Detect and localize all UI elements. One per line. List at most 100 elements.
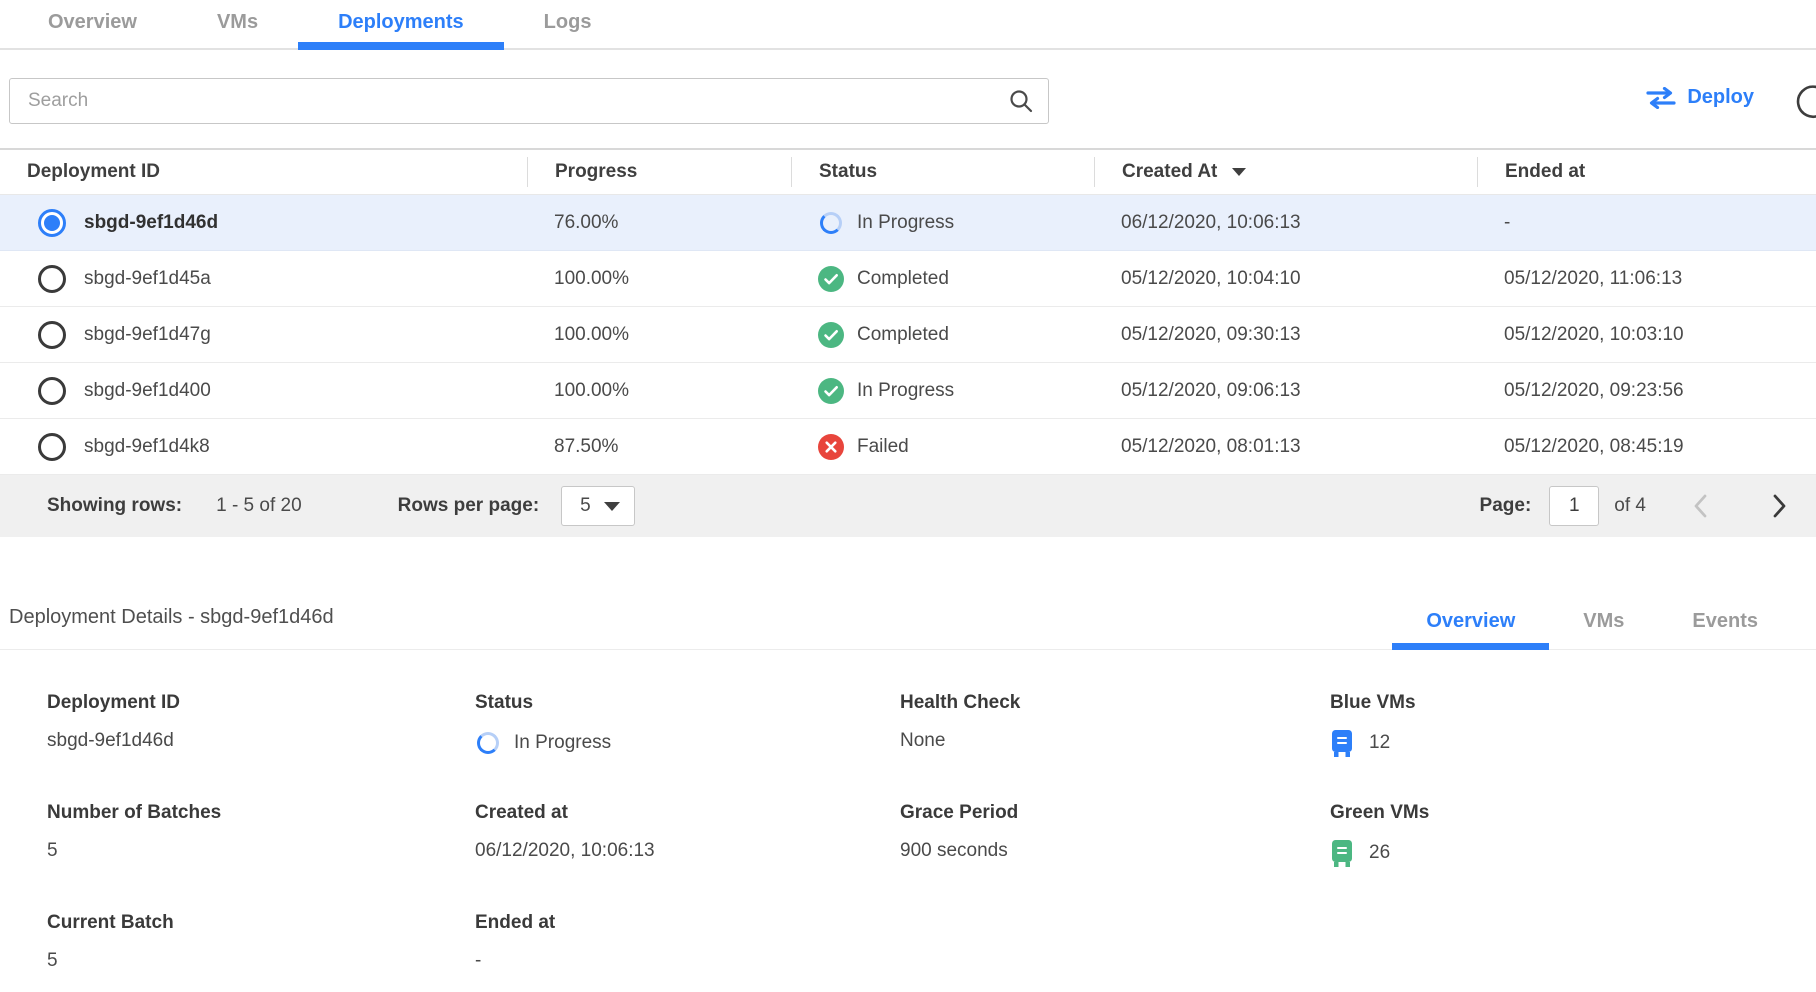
deployment-id-cell: sbgd-9ef1d4k8 [84, 436, 210, 458]
detail-field: Number of Batches 5 [47, 802, 475, 866]
details-title: Deployment Details - sbgd-9ef1d46d [9, 606, 334, 649]
status-cell: Failed [791, 434, 1094, 460]
showing-rows-value: 1 - 5 of 20 [216, 495, 302, 517]
status-label: In Progress [857, 380, 954, 402]
deployments-table: Deployment ID Progress Status Created At… [0, 148, 1816, 537]
status-cell: Completed [791, 322, 1094, 348]
detail-field-value: 26 [1369, 842, 1390, 864]
detail-field-label: Green VMs [1330, 802, 1816, 824]
rows-per-page-value: 5 [580, 495, 591, 517]
top-tab-bar: Overview VMs Deployments Logs [0, 0, 1816, 50]
status-label: Completed [857, 324, 949, 346]
detail-field-value: 06/12/2020, 10:06:13 [475, 840, 655, 862]
page-input[interactable] [1549, 486, 1599, 526]
column-header-ended-at[interactable]: Ended at [1477, 157, 1816, 187]
deployment-id-cell: sbgd-9ef1d45a [84, 268, 211, 290]
detail-field-label: Deployment ID [47, 692, 475, 714]
row-radio[interactable] [38, 433, 66, 461]
rows-per-page-label: Rows per page: [398, 495, 539, 517]
in-progress-spinner-icon [475, 730, 501, 756]
sort-descending-icon [1232, 168, 1246, 176]
detail-field: Grace Period 900 seconds [900, 802, 1330, 866]
search-box [9, 78, 1049, 124]
refresh-icon[interactable] [1795, 83, 1816, 124]
deployment-id-cell: sbgd-9ef1d46d [84, 212, 218, 234]
ended-at-cell: 05/12/2020, 11:06:13 [1477, 268, 1816, 290]
detail-field: Created at 06/12/2020, 10:06:13 [475, 802, 900, 866]
detail-field: Status In Progress [475, 692, 900, 756]
deployment-id-cell: sbgd-9ef1d400 [84, 380, 211, 402]
detail-field-value: 5 [47, 840, 58, 862]
created-at-cell: 05/12/2020, 10:04:10 [1094, 268, 1477, 290]
detail-field: Green VMs 26 [1330, 802, 1816, 866]
next-page-button[interactable] [1768, 489, 1792, 523]
detail-field-value: 5 [47, 950, 58, 972]
detail-field-label: Blue VMs [1330, 692, 1816, 714]
page-label: Page: [1480, 495, 1532, 517]
row-radio[interactable] [38, 265, 66, 293]
table-row[interactable]: sbgd-9ef1d45a 100.00% Completed 05 [0, 251, 1816, 307]
details-header: Deployment Details - sbgd-9ef1d46d Overv… [0, 537, 1816, 650]
rows-per-page-select[interactable]: 5 [561, 486, 635, 526]
row-radio[interactable] [38, 321, 66, 349]
status-cell: Completed [791, 266, 1094, 292]
table-header-row: Deployment ID Progress Status Created At… [0, 148, 1816, 195]
status-label: Failed [857, 436, 909, 458]
details-tab-bar: Overview VMs Events [1392, 598, 1816, 649]
created-at-cell: 05/12/2020, 09:06:13 [1094, 380, 1477, 402]
page-total-label: of 4 [1614, 495, 1646, 517]
detail-field-label: Health Check [900, 692, 1330, 714]
search-input[interactable] [10, 90, 1008, 112]
detail-field-value: 900 seconds [900, 840, 1008, 862]
row-radio[interactable] [38, 377, 66, 405]
status-cell: In Progress [791, 210, 1094, 236]
failed-cross-icon [818, 434, 844, 460]
ended-at-cell: 05/12/2020, 08:45:19 [1477, 436, 1816, 458]
table-row[interactable]: sbgd-9ef1d46d 76.00% In Progress 0 [0, 195, 1816, 251]
table-row[interactable]: sbgd-9ef1d400 100.00% In Progress [0, 363, 1816, 419]
tab-deployments[interactable]: Deployments [298, 0, 504, 48]
detail-field: Ended at - [475, 912, 900, 972]
column-header-deployment-id[interactable]: Deployment ID [0, 157, 527, 187]
details-tab-events[interactable]: Events [1658, 598, 1792, 649]
details-tab-vms[interactable]: VMs [1549, 598, 1658, 649]
pager: Page: of 4 [1480, 486, 1792, 526]
column-header-progress[interactable]: Progress [527, 157, 791, 187]
detail-field-label: Created at [475, 802, 900, 824]
ended-at-cell: - [1477, 212, 1816, 234]
detail-field: Blue VMs 12 [1330, 692, 1816, 756]
tab-overview[interactable]: Overview [8, 0, 177, 48]
in-progress-spinner-icon [818, 210, 844, 236]
progress-cell: 100.00% [527, 268, 791, 290]
deploy-button[interactable]: Deploy [1646, 86, 1754, 109]
detail-field-value: None [900, 730, 945, 752]
column-header-created-at[interactable]: Created At [1094, 157, 1477, 187]
row-radio[interactable] [38, 209, 66, 237]
details-grid: Deployment ID sbgd-9ef1d46d Status In Pr… [0, 650, 1816, 992]
ended-at-cell: 05/12/2020, 09:23:56 [1477, 380, 1816, 402]
details-tab-overview[interactable]: Overview [1392, 598, 1549, 649]
table-row[interactable]: sbgd-9ef1d4k8 87.50% Failed 05/12/ [0, 419, 1816, 475]
progress-cell: 87.50% [527, 436, 791, 458]
detail-field: Deployment ID sbgd-9ef1d46d [47, 692, 475, 756]
progress-cell: 100.00% [527, 380, 791, 402]
search-icon[interactable] [1008, 88, 1034, 114]
status-label: Completed [857, 268, 949, 290]
chevron-left-icon [1692, 493, 1708, 519]
column-header-created-at-label: Created At [1122, 161, 1217, 183]
progress-cell: 76.00% [527, 212, 791, 234]
column-header-status[interactable]: Status [791, 157, 1094, 187]
showing-rows-label: Showing rows: [47, 495, 182, 517]
detail-field-value: - [475, 950, 481, 972]
detail-field: Current Batch 5 [47, 912, 475, 972]
status-label: In Progress [857, 212, 954, 234]
tab-vms[interactable]: VMs [177, 0, 298, 48]
table-row[interactable]: sbgd-9ef1d47g 100.00% Completed 05 [0, 307, 1816, 363]
chevron-down-icon [604, 502, 620, 511]
detail-field-value: In Progress [514, 732, 611, 754]
tab-logs[interactable]: Logs [504, 0, 632, 48]
created-at-cell: 06/12/2020, 10:06:13 [1094, 212, 1477, 234]
previous-page-button[interactable] [1688, 489, 1712, 523]
created-at-cell: 05/12/2020, 08:01:13 [1094, 436, 1477, 458]
detail-field-label: Status [475, 692, 900, 714]
